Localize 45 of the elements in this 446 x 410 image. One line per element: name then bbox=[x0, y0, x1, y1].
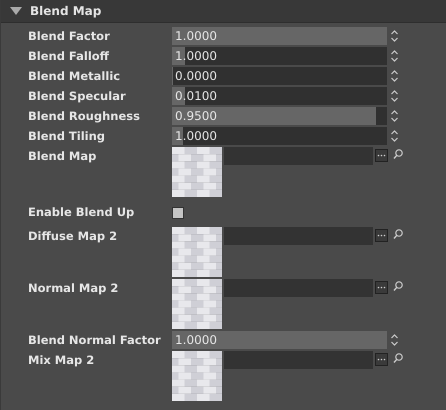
property-label: Blend Tiling bbox=[28, 128, 106, 145]
property-label: Blend Falloff bbox=[28, 48, 110, 65]
property-label: Blend Factor bbox=[28, 28, 111, 45]
value-slider[interactable]: 1.0000 bbox=[172, 27, 387, 45]
property-label: Blend Specular bbox=[28, 88, 127, 105]
spinner-icon[interactable] bbox=[391, 50, 398, 62]
checker-thumbnail[interactable] bbox=[172, 351, 222, 401]
ellipsis-icon bbox=[377, 234, 386, 237]
search-icon[interactable] bbox=[393, 353, 403, 364]
property-label: Blend Roughness bbox=[28, 108, 141, 125]
property-label: Diffuse Map 2 bbox=[28, 228, 118, 245]
value-slider[interactable]: 1.0000 bbox=[172, 47, 387, 65]
property-label: Mix Map 2 bbox=[28, 352, 96, 369]
ellipsis-icon bbox=[377, 358, 386, 361]
browse-button[interactable] bbox=[375, 353, 388, 366]
checker-thumbnail[interactable] bbox=[172, 227, 222, 277]
browse-button[interactable] bbox=[375, 229, 388, 242]
ellipsis-icon bbox=[377, 154, 386, 157]
spinner-icon[interactable] bbox=[391, 110, 398, 122]
checker-thumbnail[interactable] bbox=[172, 279, 222, 329]
property-label: Blend Metallic bbox=[28, 68, 122, 85]
ellipsis-icon bbox=[377, 286, 386, 289]
section-header[interactable]: Blend Map bbox=[1, 0, 446, 23]
search-icon[interactable] bbox=[393, 281, 403, 292]
value-slider[interactable]: 0.9500 bbox=[172, 107, 387, 125]
property-label: Blend Map bbox=[28, 148, 98, 165]
property-label: Blend Normal Factor bbox=[28, 332, 162, 349]
spinner-icon[interactable] bbox=[391, 90, 398, 102]
value-slider[interactable]: 0.0000 bbox=[172, 67, 387, 85]
browse-button[interactable] bbox=[375, 149, 388, 162]
section-title: Blend Map bbox=[30, 4, 102, 18]
value-slider[interactable]: 1.0000 bbox=[172, 331, 387, 349]
spinner-icon[interactable] bbox=[391, 130, 398, 142]
search-icon[interactable] bbox=[393, 229, 403, 240]
browse-button[interactable] bbox=[375, 281, 388, 294]
search-icon[interactable] bbox=[393, 149, 403, 160]
checkbox[interactable] bbox=[172, 207, 184, 219]
spinner-icon[interactable] bbox=[391, 30, 398, 42]
value-slider[interactable]: 1.0000 bbox=[172, 127, 387, 145]
value-slider[interactable]: 0.0100 bbox=[172, 87, 387, 105]
property-label: Normal Map 2 bbox=[28, 280, 120, 297]
spinner-icon[interactable] bbox=[391, 334, 398, 346]
property-label: Enable Blend Up bbox=[28, 204, 136, 221]
checker-thumbnail[interactable] bbox=[172, 147, 222, 197]
spinner-icon[interactable] bbox=[391, 70, 398, 82]
